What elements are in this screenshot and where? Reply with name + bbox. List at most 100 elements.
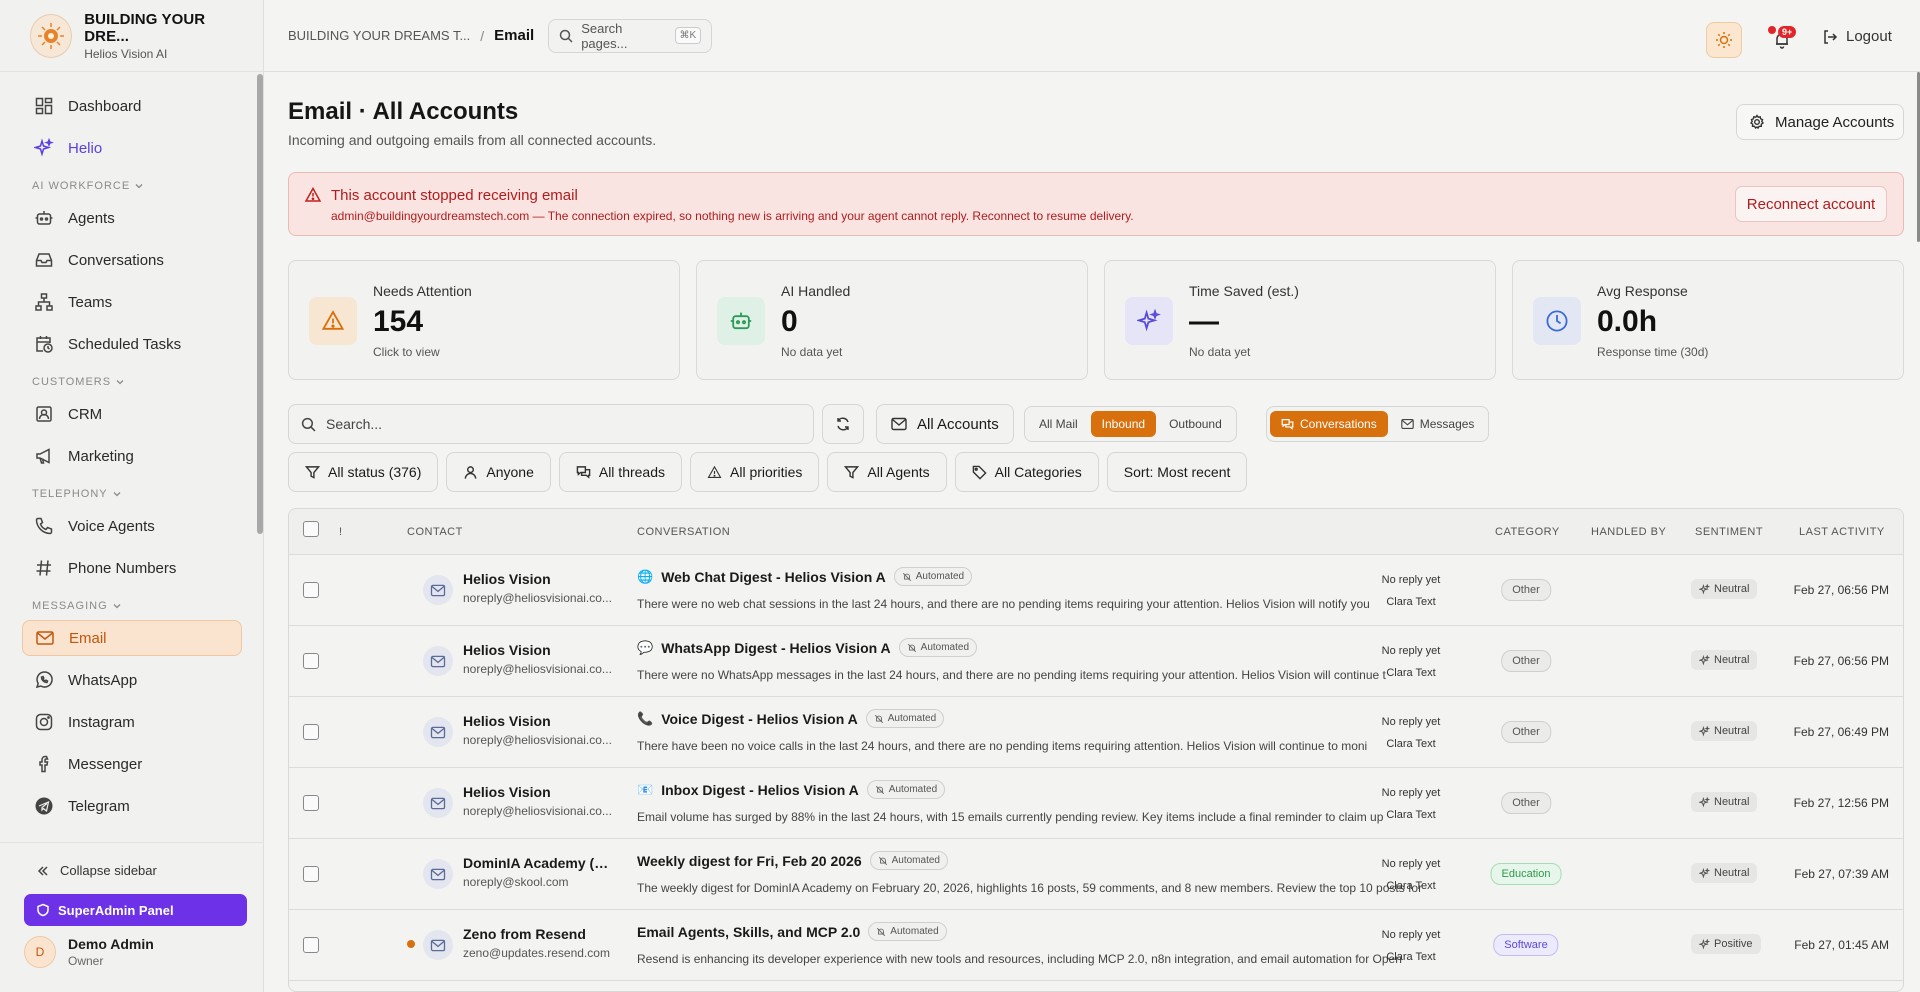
header-handled-by[interactable]: HANDLED BY [1591,526,1666,538]
facebook-icon [34,754,54,774]
automated-label: Automated [888,784,938,795]
view-conversations[interactable]: Conversations [1270,411,1388,437]
filter-label: Inbound [1101,417,1146,431]
user-menu[interactable]: D Demo Admin Owner [24,936,264,968]
reconnect-account-button[interactable]: Reconnect account [1735,186,1887,222]
sentiment-badge: Neutral [1691,792,1758,812]
sidebar-item-crm[interactable]: CRM [22,396,242,432]
sidebar-item-agents[interactable]: Agents [22,200,242,236]
sidebar-item-messenger[interactable]: Messenger [22,746,242,782]
sidebar-item-label: Helio [68,139,103,157]
filter-all-priorities-button[interactable]: All priorities [690,452,820,492]
conversation-subject[interactable]: 🌐 Web Chat Digest - Helios Vision A Auto… [637,567,973,586]
row-checkbox[interactable] [303,866,319,882]
page-subtitle: Incoming and outgoing emails from all co… [288,132,657,148]
sidebar-item-helio[interactable]: Helio [22,130,242,166]
sidebar-section-label: AI WORKFORCE [32,180,131,192]
chevron-down-icon [112,601,122,611]
hash-icon [34,558,54,578]
filter-outbound[interactable]: Outbound [1158,411,1233,437]
theme-toggle-button[interactable] [1706,22,1742,58]
stat-card-ai-handled[interactable]: AI Handled 0 No data yet [696,260,1088,380]
brand[interactable]: BUILDING YOUR DRE... Helios Vision AI [0,0,263,72]
row-checkbox[interactable] [303,653,319,669]
sidebar-item-telegram[interactable]: Telegram [22,788,242,824]
conversation-subject[interactable]: 📧 Inbox Digest - Helios Vision A Automat… [637,780,946,799]
table-row[interactable]: Helios Vision noreply@heliosvisionai.co.… [289,626,1903,697]
stat-card-needs-attention[interactable]: Needs Attention 154 Click to view [288,260,680,380]
last-activity: Feb 27, 01:45 AM [1794,938,1889,952]
table-row[interactable]: DominIA Academy (S... noreply@skool.com … [289,839,1903,910]
sidebar-item-conversations[interactable]: Conversations [22,242,242,278]
table-row[interactable]: Helios Vision noreply@heliosvisionai.co.… [289,768,1903,839]
sidebar-item-label: CRM [68,405,103,423]
view-label: Conversations [1300,417,1377,431]
superadmin-panel-button[interactable]: SuperAdmin Panel [24,894,247,926]
stat-card-time-saved-est[interactable]: Time Saved (est.) — No data yet [1104,260,1496,380]
sentiment-label: Neutral [1714,725,1750,737]
conversation-subject[interactable]: 📞 Voice Digest - Helios Vision A Automat… [637,709,945,728]
sidebar-item-whatsapp[interactable]: WhatsApp [22,662,242,698]
email-search-input[interactable]: Search... [288,404,814,444]
sidebar-section-telephony[interactable]: TELEPHONY [32,488,256,500]
table-row[interactable]: Helios Vision noreply@heliosvisionai.co.… [289,697,1903,768]
table-row[interactable]: Zeno from Resend zeno@updates.resend.com… [289,910,1903,981]
sidebar-scrollbar[interactable] [257,74,263,534]
stat-label: Time Saved (est.) [1189,283,1299,299]
sidebar-section-messaging[interactable]: MESSAGING [32,600,256,612]
tag-icon [972,465,987,480]
filter-inbound[interactable]: Inbound [1090,411,1157,437]
filter-all-status-376-button[interactable]: All status (376) [288,452,439,492]
filter-sort-most-recent-button[interactable]: Sort: Most recent [1106,452,1248,492]
sidebar-section-customers[interactable]: CUSTOMERS [32,376,256,388]
filter-all-threads-button[interactable]: All threads [558,452,683,492]
conversation-subject[interactable]: 💬 WhatsApp Digest - Helios Vision A Auto… [637,638,978,657]
header-sentiment[interactable]: SENTIMENT [1695,526,1763,538]
stat-value: 154 [373,305,424,338]
header-last-activity[interactable]: LAST ACTIVITY [1799,526,1885,538]
search-pages-input[interactable]: Search pages... ⌘K [548,18,713,53]
manage-accounts-button[interactable]: Manage Accounts [1736,104,1904,140]
filter-anyone-button[interactable]: Anyone [446,452,551,492]
filter-all-categories-button[interactable]: All Categories [954,452,1099,492]
contact-name: Helios Vision [463,642,551,658]
sidebar-item-email[interactable]: Email [22,620,242,656]
row-checkbox[interactable] [303,582,319,598]
refresh-button[interactable] [822,404,864,444]
view-messages[interactable]: Messages [1390,411,1486,437]
accounts-selector[interactable]: All Accounts [876,404,1014,444]
sidebar-item-dashboard[interactable]: Dashboard [22,88,242,124]
header-priority[interactable]: ! [339,526,343,538]
notifications-button[interactable]: 9+ [1764,22,1800,58]
toolbar: Search... All Accounts All Mail Inbound Ou… [288,404,1904,444]
conversation-subject[interactable]: Email Agents, Skills, and MCP 2.0 Automa… [637,922,947,941]
header-conversation[interactable]: CONVERSATION [637,526,730,538]
breadcrumb-parent[interactable]: BUILDING YOUR DREAMS T... [288,28,470,43]
collapse-sidebar-button[interactable]: Collapse sidebar [36,863,264,878]
filter-label: All Categories [994,464,1082,480]
row-checkbox[interactable] [303,795,319,811]
conversation-subject[interactable]: Weekly digest for Fri, Feb 20 2026 Autom… [637,851,948,870]
sidebar-item-marketing[interactable]: Marketing [22,438,242,474]
sidebar-item-teams[interactable]: Teams [22,284,242,320]
sidebar-item-phone-numbers[interactable]: Phone Numbers [22,550,242,586]
sidebar-section-ai-workforce[interactable]: AI WORKFORCE [32,180,256,192]
logout-button[interactable]: Logout [1822,28,1892,45]
header-category[interactable]: CATEGORY [1495,526,1560,538]
filter-all-mail[interactable]: All Mail [1028,411,1089,437]
table-row[interactable]: Helios Vision noreply@heliosvisionai.co.… [289,555,1903,626]
row-checkbox[interactable] [303,937,319,953]
sidebar-item-instagram[interactable]: Instagram [22,704,242,740]
sidebar-item-voice-agents[interactable]: Voice Agents [22,508,242,544]
row-checkbox[interactable] [303,724,319,740]
avatar: D [24,936,56,968]
sidebar-item-scheduled-tasks[interactable]: Scheduled Tasks [22,326,242,362]
notification-count: 9+ [1778,26,1797,38]
header-contact[interactable]: CONTACT [407,526,463,538]
select-all-checkbox[interactable] [303,521,319,537]
stat-card-avg-response[interactable]: Avg Response 0.0h Response time (30d) [1512,260,1904,380]
automated-label: Automated [915,571,965,582]
warning-icon [707,465,722,480]
filter-all-agents-button[interactable]: All Agents [827,452,947,492]
brand-title: BUILDING YOUR DRE... [84,10,206,45]
